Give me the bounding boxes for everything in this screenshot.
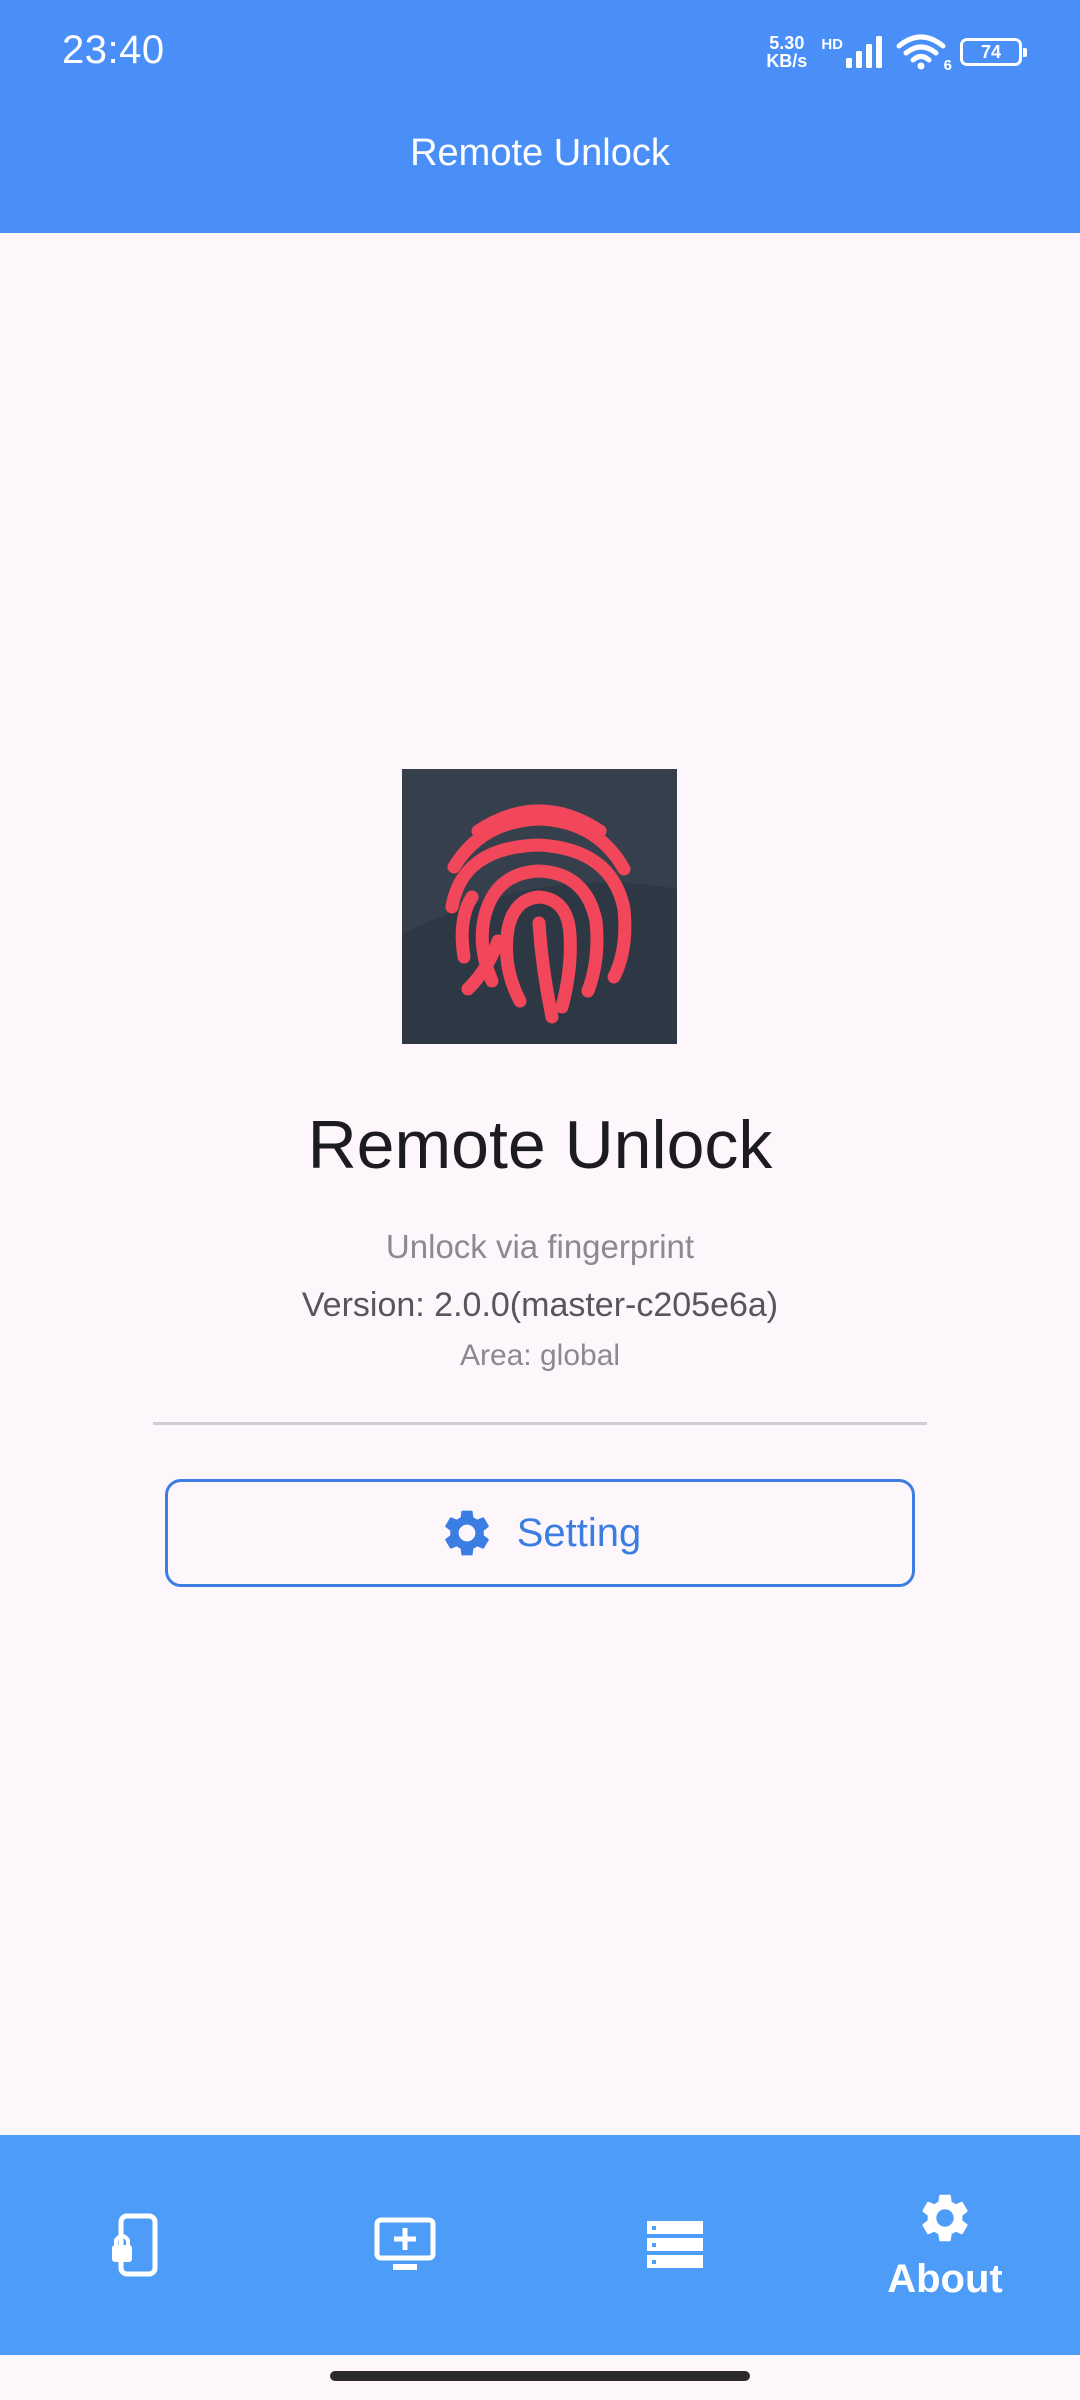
hd-label: HD (821, 36, 843, 53)
status-time: 23:40 (62, 28, 165, 72)
nav-item-add-screen[interactable] (270, 2135, 540, 2355)
app-header: 23:40 5.30 KB/s HD 6 74 Remote Unlock (0, 0, 1080, 233)
wifi-icon (896, 34, 946, 70)
battery-level: 74 (980, 41, 1002, 62)
app-description: Unlock via fingerprint (385, 1228, 695, 1265)
network-speed-unit: KB/s (766, 51, 808, 71)
status-icons: 5.30 KB/s HD 6 74 (766, 26, 1027, 78)
network-speed: 5.30 KB/s (766, 34, 807, 70)
signal-icon (846, 36, 882, 68)
nav-item-list[interactable] (540, 2135, 810, 2355)
app-name: Remote Unlock (307, 1107, 773, 1183)
gear-icon (922, 2194, 968, 2241)
divider (153, 1422, 927, 1425)
network-speed-value: 5.30 (769, 33, 805, 53)
battery-indicator: 74 (960, 38, 1027, 66)
setting-button[interactable]: Setting (165, 1479, 915, 1587)
setting-button-label: Setting (516, 1510, 642, 1555)
list-icon (647, 2221, 703, 2268)
nav-item-about[interactable]: About (810, 2135, 1080, 2355)
wifi-indicator: 6 (896, 34, 952, 74)
phone-lock-icon (112, 2213, 158, 2277)
nav-item-unlock[interactable] (0, 2135, 270, 2355)
add-to-screen-icon (374, 2217, 436, 2270)
wifi-label: 6 (943, 57, 952, 74)
fingerprint-app-icon (402, 769, 677, 1044)
nav-item-about-label: About (887, 2256, 1003, 2301)
bottom-navigation: About (0, 2135, 1080, 2355)
gear-icon (444, 1510, 489, 1556)
gesture-bar[interactable] (330, 2371, 750, 2381)
app-area: Area: global (459, 1339, 621, 1372)
app-version: Version: 2.0.0(master-c205e6a) (301, 1286, 779, 1324)
hd-signal: HD (821, 36, 882, 68)
page-title: Remote Unlock (410, 132, 670, 174)
